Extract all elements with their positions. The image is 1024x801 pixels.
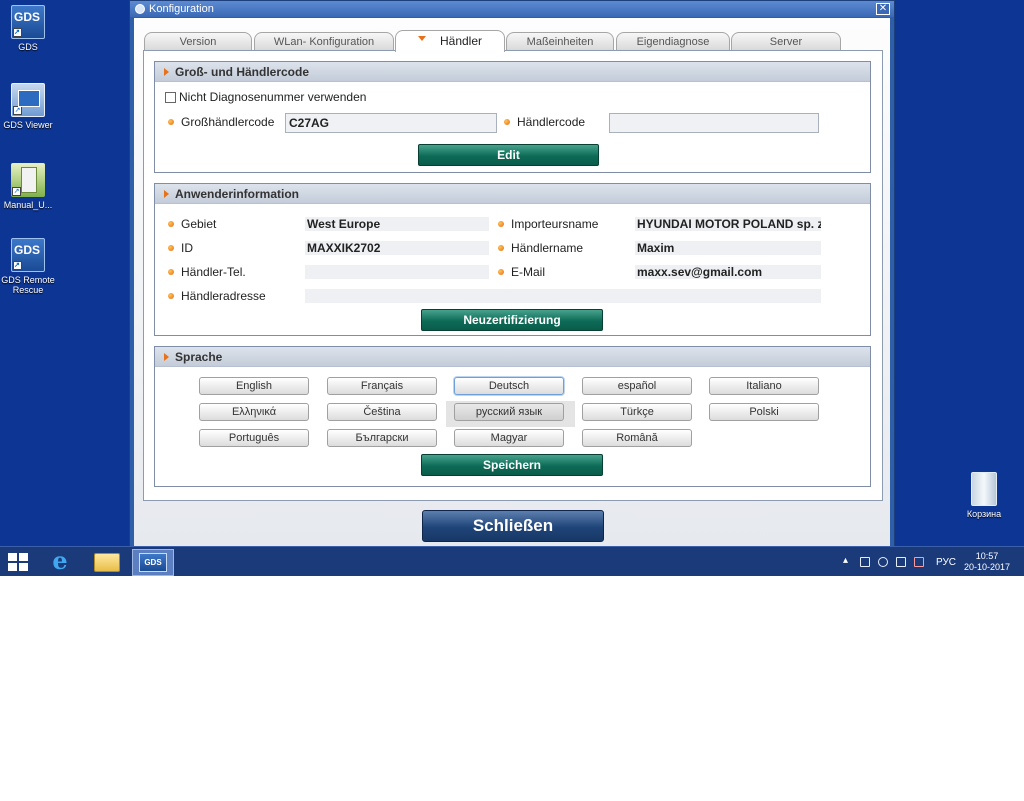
area-label: Gebiet [167, 217, 216, 231]
window-app-icon [135, 4, 145, 14]
active-tab-arrow-icon [417, 36, 426, 42]
language-button-italian[interactable]: Italiano [709, 377, 819, 395]
language-section: Sprache English Français Deutsch español… [154, 346, 871, 487]
gds-app-icon: GDS ↗ [11, 5, 45, 39]
recertification-button[interactable]: Neuzertifizierung [421, 309, 603, 331]
tab-dealer[interactable]: Händler [395, 30, 505, 52]
language-button-bulgarian[interactable]: Български [327, 429, 437, 447]
desktop-icon-gds-viewer[interactable]: ↗ GDS Viewer [0, 83, 56, 130]
email-label: E-Mail [497, 265, 545, 279]
dealer-code-section: Groß- und Händlercode Nicht Diagnosenumm… [154, 61, 871, 173]
section-heading: Anwenderinformation [155, 184, 870, 204]
language-button-greek[interactable]: Ελληνικά [199, 403, 309, 421]
internet-explorer-icon[interactable]: e [46, 549, 74, 575]
tab-label: Version [179, 36, 217, 48]
user-information-section: Anwenderinformation Gebiet West Europe I… [154, 183, 871, 336]
input-language-indicator[interactable]: РУС [936, 557, 956, 568]
volume-icon[interactable] [878, 557, 888, 567]
id-value: MAXXIK2702 [305, 241, 489, 255]
desktop-icon-label: Manual_U... [3, 200, 53, 210]
language-button-romanian[interactable]: Română [582, 429, 692, 447]
no-diagnosis-number-label: Nicht Diagnosenummer verwenden [179, 90, 367, 104]
tab-label: Händler [439, 34, 483, 48]
language-button-hungarian[interactable]: Magyar [454, 429, 564, 447]
file-explorer-icon[interactable] [94, 553, 120, 572]
gds-taskbar-icon: GDS [139, 553, 167, 572]
language-button-czech[interactable]: Čeština [327, 403, 437, 421]
configuration-window: Konfiguration ✕ Version WLan- Konfigurat… [129, 0, 895, 548]
tab-units[interactable]: Maßeinheiten [506, 32, 614, 52]
gds-remote-rescue-icon: GDS ↗ [11, 238, 45, 272]
show-hidden-icons-arrow-icon[interactable]: ▴ [843, 555, 848, 566]
tab-wlan-configuration[interactable]: WLan- Konfiguration [254, 32, 394, 52]
clock-date: 20-10-2017 [963, 562, 1010, 572]
window-client-area: Version WLan- Konfiguration Händler Maße… [134, 18, 890, 547]
desktop-icon-gds[interactable]: GDS ↗ GDS [0, 5, 56, 52]
desktop-icon-label: Корзина [966, 509, 1002, 519]
desktop-icon-label: GDS [18, 42, 38, 52]
save-button[interactable]: Speichern [421, 454, 603, 476]
dealer-name-label: Händlername [497, 241, 583, 255]
action-center-icon[interactable] [914, 557, 924, 567]
window-titlebar[interactable]: Konfiguration ✕ [130, 1, 894, 17]
language-button-english[interactable]: English [199, 377, 309, 395]
desktop-icon-label: GDS Remote Rescue [1, 275, 55, 295]
tab-label: Eigendiagnose [636, 36, 710, 48]
tab-version[interactable]: Version [144, 32, 252, 52]
importer-name-label: Importeursname [497, 217, 598, 231]
id-label: ID [167, 241, 193, 255]
gds-viewer-icon: ↗ [11, 83, 45, 117]
language-button-french[interactable]: Français [327, 377, 437, 395]
language-button-polish[interactable]: Polski [709, 403, 819, 421]
window-title: Konfiguration [149, 3, 214, 15]
section-heading: Groß- und Händlercode [155, 62, 870, 82]
clock-time: 10:57 [975, 551, 999, 561]
dealer-tab-panel: Groß- und Händlercode Nicht Diagnosenumm… [143, 50, 883, 501]
dealer-name-value: Maxim [635, 241, 821, 255]
dealer-address-label: Händleradresse [167, 289, 266, 303]
desktop-icon-gds-remote-rescue[interactable]: GDS ↗ GDS Remote Rescue [0, 238, 56, 295]
tab-label: WLan- Konfiguration [273, 36, 375, 48]
manual-installer-icon: ↗ [11, 163, 45, 197]
close-button[interactable]: Schließen [422, 510, 604, 542]
tab-label: Server [769, 36, 803, 48]
desktop-icon-manual[interactable]: ↗ Manual_U... [0, 163, 56, 210]
tab-server[interactable]: Server [731, 32, 841, 52]
dealer-code-field[interactable] [609, 113, 819, 133]
language-button-portuguese[interactable]: Português [199, 429, 309, 447]
dealer-phone-label: Händler-Tel. [167, 265, 246, 279]
wholesale-code-label: Großhändlercode [167, 115, 274, 129]
dealer-phone-value [305, 265, 489, 279]
language-button-german[interactable]: Deutsch [454, 377, 564, 395]
taskbar: e GDS ▴ РУС 10:57 20-10-2017 [0, 546, 1024, 576]
desktop-icon-recycle-bin[interactable]: Корзина [956, 472, 1012, 519]
taskbar-gds-app[interactable]: GDS [132, 549, 174, 576]
window-close-button[interactable]: ✕ [876, 3, 890, 15]
language-button-spanish[interactable]: español [582, 377, 692, 395]
importer-name-value: HYUNDAI MOTOR POLAND sp. z [635, 217, 821, 231]
system-clock[interactable]: 10:57 20-10-2017 [964, 551, 1010, 573]
recycle-bin-icon [971, 472, 997, 506]
language-button-russian[interactable]: русский язык [454, 403, 564, 421]
wholesale-code-field[interactable]: C27AG [285, 113, 497, 133]
dealer-code-label: Händlercode [503, 115, 585, 129]
section-heading: Sprache [155, 347, 870, 367]
desktop: GDS ↗ GDS ↗ GDS Viewer ↗ Manual_U... GDS ↗… [0, 0, 1024, 576]
tab-self-diagnosis[interactable]: Eigendiagnose [616, 32, 730, 52]
area-value: West Europe [305, 217, 489, 231]
desktop-icon-label: GDS Viewer [3, 120, 53, 130]
edit-button[interactable]: Edit [418, 144, 599, 166]
dealer-address-value [305, 289, 821, 303]
network-icon[interactable] [896, 557, 906, 567]
language-button-turkish[interactable]: Türkçe [582, 403, 692, 421]
tab-label: Maßeinheiten [526, 36, 594, 48]
email-value: maxx.sev@gmail.com [635, 265, 821, 279]
tray-device-icon[interactable] [860, 557, 870, 567]
start-button[interactable] [8, 553, 28, 571]
